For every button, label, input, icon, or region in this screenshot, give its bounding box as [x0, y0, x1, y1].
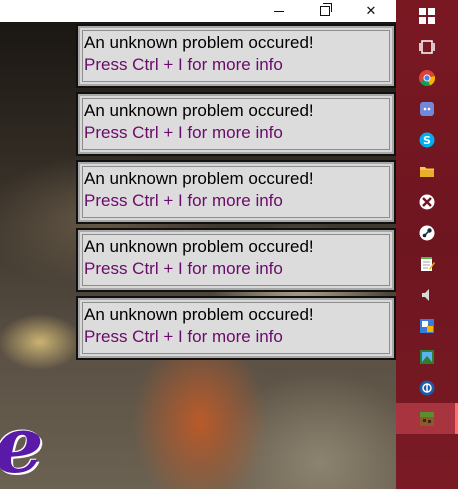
file-explorer-icon: [420, 166, 434, 177]
notepad-icon: [421, 256, 435, 271]
volume-icon: [422, 288, 429, 301]
taskbar: S: [396, 0, 458, 489]
close-icon: ✕: [365, 3, 377, 19]
app-icon-1: [420, 318, 434, 333]
popup-title: An unknown problem occured!: [84, 305, 314, 324]
restore-icon: [320, 3, 332, 16]
window-title-bar: ✕: [0, 0, 396, 22]
taskbar-app-minecraft[interactable]: [396, 403, 458, 434]
popup-hint: Press Ctrl + I for more info: [84, 259, 283, 278]
close-button[interactable]: ✕: [348, 0, 394, 22]
error-popup[interactable]: An unknown problem occured! Press Ctrl +…: [76, 228, 396, 292]
windows-start-icon: [419, 7, 435, 24]
app-icon-2: [420, 349, 434, 364]
taskbar-app-3[interactable]: [396, 372, 458, 403]
error-popup-stack: An unknown problem occured! Press Ctrl +…: [76, 24, 396, 364]
skype-icon: S: [419, 132, 435, 147]
background-title-fragment: e: [0, 400, 44, 489]
popup-title: An unknown problem occured!: [84, 237, 314, 256]
discord-icon: [420, 101, 434, 116]
taskbar-app-skype[interactable]: S: [396, 124, 458, 155]
svg-text:S: S: [423, 134, 431, 147]
error-popup[interactable]: An unknown problem occured! Press Ctrl +…: [76, 24, 396, 88]
error-popup[interactable]: An unknown problem occured! Press Ctrl +…: [76, 160, 396, 224]
minecraft-icon: [420, 411, 434, 426]
error-popup[interactable]: An unknown problem occured! Press Ctrl +…: [76, 296, 396, 360]
chrome-icon: [419, 69, 435, 86]
taskbar-app-steam[interactable]: [396, 217, 458, 248]
minimize-icon: [274, 10, 284, 12]
taskbar-app-xbox[interactable]: [396, 186, 458, 217]
taskbar-app-discord[interactable]: [396, 93, 458, 124]
steam-icon: [419, 225, 435, 240]
taskbar-volume[interactable]: [396, 279, 458, 310]
popup-title: An unknown problem occured!: [84, 169, 314, 188]
popup-hint: Press Ctrl + I for more info: [84, 191, 283, 210]
taskbar-app-chrome[interactable]: [396, 62, 458, 93]
start-button[interactable]: [396, 0, 458, 31]
minimize-button[interactable]: [256, 0, 302, 22]
popup-hint: Press Ctrl + I for more info: [84, 123, 283, 142]
task-view-icon: [419, 39, 435, 54]
popup-hint: Press Ctrl + I for more info: [84, 55, 283, 74]
popup-hint: Press Ctrl + I for more info: [84, 327, 283, 346]
restore-button[interactable]: [302, 0, 348, 22]
taskbar-app-notepad[interactable]: [396, 248, 458, 279]
app-icon-3: [419, 380, 435, 395]
taskbar-app-2[interactable]: [396, 341, 458, 372]
xbox-icon: [419, 194, 435, 209]
popup-title: An unknown problem occured!: [84, 33, 314, 52]
popup-title: An unknown problem occured!: [84, 101, 314, 120]
taskbar-app-file-explorer[interactable]: [396, 155, 458, 186]
task-view-button[interactable]: [396, 31, 458, 62]
error-popup[interactable]: An unknown problem occured! Press Ctrl +…: [76, 92, 396, 156]
taskbar-app-1[interactable]: [396, 310, 458, 341]
